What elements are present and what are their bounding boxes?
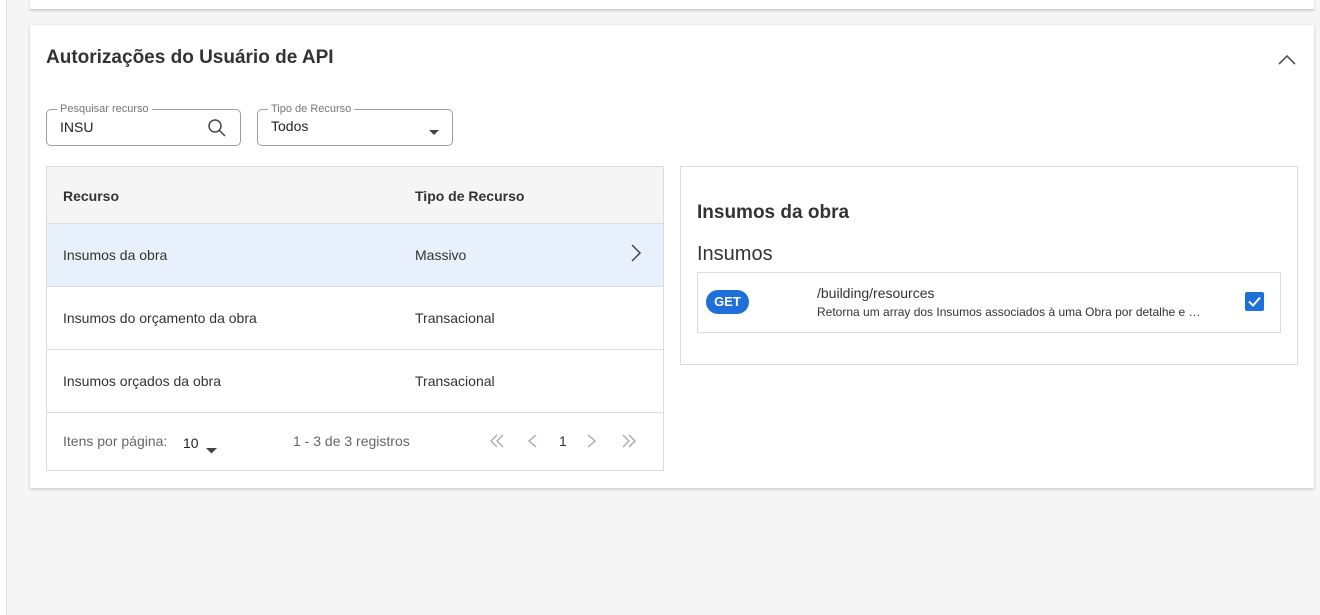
api-user-permissions-card: Autorizações do Usuário de API Pesquisar… — [30, 25, 1314, 488]
detail-group-title: Insumos — [697, 243, 773, 265]
type-cell: Massivo — [415, 247, 467, 263]
detail-title: Insumos da obra — [697, 202, 850, 223]
caret-down-icon[interactable] — [428, 124, 440, 142]
first-page-icon[interactable] — [489, 433, 505, 454]
next-page-icon[interactable] — [586, 433, 598, 454]
search-resource-field[interactable]: Pesquisar recurso INSU — [46, 103, 241, 146]
left-edge-panel — [0, 0, 7, 615]
table-row[interactable]: Insumos orçados da obra Transacional — [47, 350, 663, 413]
resource-cell: Insumos orçados da obra — [63, 373, 221, 389]
search-icon[interactable] — [207, 118, 227, 143]
resource-type-select[interactable]: Tipo de Recurso Todos — [257, 103, 453, 146]
current-page[interactable]: 1 — [559, 433, 567, 449]
previous-page-icon[interactable] — [526, 433, 538, 454]
endpoint-path: /building/resources — [817, 285, 935, 301]
resource-cell: Insumos do orçamento da obra — [63, 310, 257, 326]
resource-type-label: Tipo de Recurso — [268, 103, 355, 115]
endpoint-checkbox[interactable] — [1245, 292, 1264, 311]
chevron-right-icon[interactable] — [629, 242, 643, 269]
http-method-badge: GET — [706, 290, 749, 314]
resources-table: Recurso Tipo de Recurso Insumos da obra … — [46, 166, 664, 471]
column-header-resource: Recurso — [63, 188, 120, 204]
resource-cell: Insumos da obra — [63, 247, 168, 263]
previous-card — [30, 0, 1314, 10]
search-resource-label: Pesquisar recurso — [57, 103, 152, 115]
endpoint-item[interactable]: GET /building/resources Retorna um array… — [697, 272, 1281, 333]
page-size-caret-icon[interactable] — [206, 441, 217, 459]
type-cell: Transacional — [415, 310, 495, 326]
column-header-type: Tipo de Recurso — [415, 188, 525, 204]
endpoint-description: Retorna um array dos Insumos associados … — [817, 305, 1201, 319]
table-row[interactable]: Insumos do orçamento da obra Transaciona… — [47, 287, 663, 350]
items-per-page-label: Itens por página: — [63, 433, 168, 449]
table-row[interactable]: Insumos da obra Massivo — [47, 224, 663, 287]
check-icon — [1248, 296, 1261, 307]
search-resource-input[interactable]: INSU — [60, 119, 93, 135]
chevron-up-icon[interactable] — [1276, 49, 1298, 71]
resource-type-value: Todos — [271, 118, 309, 134]
section-title: Autorizações do Usuário de API — [46, 47, 334, 68]
last-page-icon[interactable] — [621, 433, 637, 454]
type-cell: Transacional — [415, 373, 495, 389]
range-text: 1 - 3 de 3 registros — [293, 433, 410, 449]
pagination-bar: Itens por página: 10 1 - 3 de 3 registro… — [47, 413, 663, 470]
table-header: Recurso Tipo de Recurso — [47, 167, 663, 224]
page-size-select[interactable]: 10 — [183, 435, 199, 451]
resource-detail-panel: Insumos da obra Insumos GET /building/re… — [680, 166, 1298, 365]
